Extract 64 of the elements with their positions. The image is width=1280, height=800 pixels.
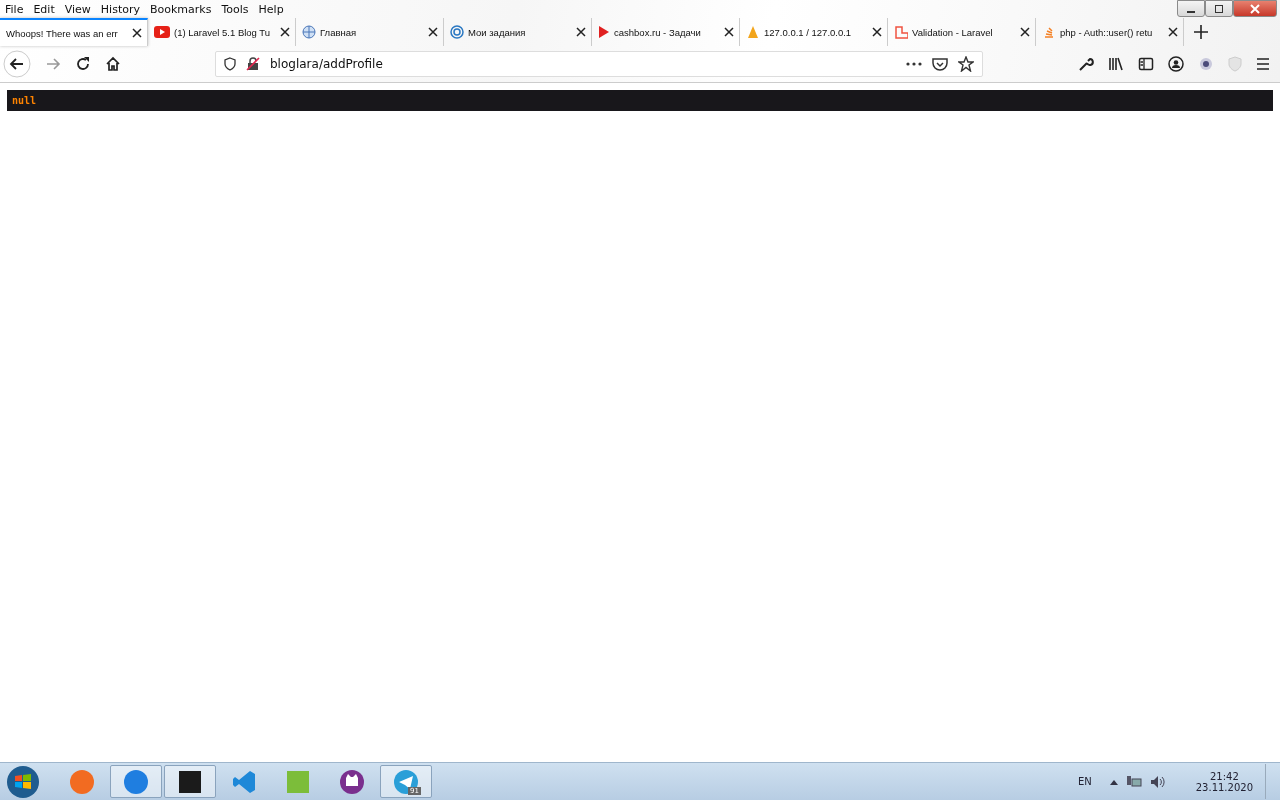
play-icon xyxy=(154,26,170,38)
target-icon xyxy=(450,25,464,39)
app-icon xyxy=(122,767,150,796)
close-icon[interactable] xyxy=(576,27,586,37)
menu-item[interactable]: View xyxy=(64,2,91,16)
start-button[interactable] xyxy=(6,764,40,799)
library-icon[interactable] xyxy=(1108,56,1124,72)
close-icon[interactable] xyxy=(1168,27,1178,37)
clock-date[interactable]: 23.11.2020 xyxy=(1195,781,1253,793)
plus-icon[interactable] xyxy=(1194,25,1208,39)
address-bar[interactable]: bloglara/addProfile xyxy=(215,51,983,77)
app-icon xyxy=(68,767,96,796)
close-icon[interactable] xyxy=(872,27,882,37)
account-icon[interactable] xyxy=(1168,56,1184,72)
minimize-button[interactable] xyxy=(1177,0,1205,17)
forward-icon[interactable] xyxy=(45,56,61,72)
app-icon xyxy=(338,767,366,796)
taskbar-app[interactable] xyxy=(164,765,216,798)
speaker-icon[interactable] xyxy=(1149,774,1166,789)
menu-item[interactable]: Help xyxy=(258,2,284,16)
menu-item[interactable]: Bookmarks xyxy=(150,2,212,16)
wrench-icon[interactable] xyxy=(1078,56,1094,72)
maximize-button[interactable] xyxy=(1205,0,1233,17)
language-indicator[interactable]: EN xyxy=(1077,776,1092,787)
broken-lock-icon xyxy=(246,57,260,71)
shield-icon xyxy=(224,57,236,71)
maximize-icon xyxy=(1214,3,1224,14)
menu-item[interactable]: Edit xyxy=(33,2,55,16)
clock-time[interactable]: 21:42 xyxy=(1209,770,1239,782)
globe-icon xyxy=(302,25,316,39)
extension-icon[interactable] xyxy=(1198,56,1214,72)
more-icon[interactable] xyxy=(906,62,922,66)
close-icon[interactable] xyxy=(280,27,290,37)
menu-item[interactable]: File xyxy=(5,2,24,16)
sidebar-icon[interactable] xyxy=(1138,56,1154,72)
menu-item[interactable]: History xyxy=(100,2,140,16)
home-icon[interactable] xyxy=(105,56,121,72)
close-icon[interactable] xyxy=(132,28,142,38)
close-icon xyxy=(1250,3,1260,14)
browser-tab[interactable]: (1) Laravel 5.1 Blog Tu xyxy=(148,18,296,46)
close-icon[interactable] xyxy=(428,27,438,37)
close-icon[interactable] xyxy=(724,27,734,37)
menu-icon[interactable] xyxy=(1256,57,1270,71)
output-text: null xyxy=(12,95,37,106)
browser-tab[interactable]: Whoops! There was an err xyxy=(0,18,148,46)
browser-tab[interactable]: Validation - Laravel xyxy=(888,18,1036,46)
network-icon[interactable] xyxy=(1125,774,1142,789)
browser-tab[interactable]: cashbox.ru - Задачи xyxy=(592,18,740,46)
close-button[interactable] xyxy=(1233,0,1277,17)
reload-icon[interactable] xyxy=(75,56,91,72)
back-icon[interactable] xyxy=(3,50,31,78)
minimize-icon xyxy=(1187,10,1195,13)
flag-icon xyxy=(598,25,610,39)
pocket-icon[interactable] xyxy=(932,57,948,71)
caret-icon[interactable] xyxy=(1109,778,1118,785)
menu-item[interactable]: Tools xyxy=(221,2,249,16)
browser-tab[interactable]: php - Auth::user() retu xyxy=(1036,18,1184,46)
browser-tab[interactable]: Мои задания xyxy=(444,18,592,46)
browser-tab[interactable]: Главная xyxy=(296,18,444,46)
stack-icon xyxy=(1042,25,1056,39)
browser-tab[interactable]: 127.0.0.1 / 127.0.0.1 xyxy=(740,18,888,46)
close-icon[interactable] xyxy=(1020,27,1030,37)
star-icon[interactable] xyxy=(958,56,974,72)
paper-plane-icon xyxy=(392,767,420,796)
